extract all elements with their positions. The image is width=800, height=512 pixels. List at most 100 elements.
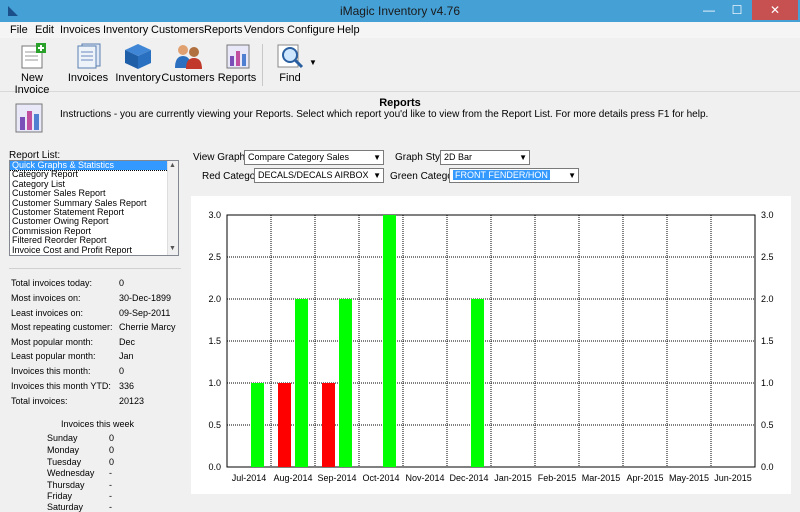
stat-label: Least popular month: xyxy=(11,351,96,361)
x-tick-label: Apr-2015 xyxy=(626,473,663,483)
invoices-label: Invoices xyxy=(67,72,109,84)
week-day: Sunday xyxy=(47,433,78,443)
chart-bar xyxy=(383,215,396,467)
view-graph-label: View Graph: xyxy=(193,152,248,163)
week-day: Thursday xyxy=(47,480,85,490)
inventory-label: Inventory xyxy=(115,72,161,84)
stat-label: Most repeating customer: xyxy=(11,322,113,332)
week-day: Monday xyxy=(47,445,80,455)
menu-vendors[interactable]: Vendors xyxy=(244,24,284,36)
chart-bar xyxy=(471,299,484,467)
graph-style-select[interactable]: 2D Bar ▼ xyxy=(440,150,530,165)
stat-value: 0 xyxy=(119,366,125,376)
window-title: iMagic Inventory v4.76 xyxy=(339,4,461,18)
statistics-panel: Total invoices today: 0 Most invoices on… xyxy=(9,268,181,512)
customers-icon xyxy=(175,45,202,69)
week-value: - xyxy=(109,491,112,501)
y-tick-label: 0.5 xyxy=(761,420,774,430)
week-title: Invoices this week xyxy=(61,419,135,429)
scroll-down-icon[interactable]: ▼ xyxy=(169,245,176,252)
y-tick-label: 2.0 xyxy=(208,294,221,304)
customers-button[interactable]: Customers xyxy=(160,42,216,90)
invoices-icon xyxy=(77,43,101,69)
y-tick-label: 2.5 xyxy=(208,252,221,262)
week-day: Wednesday xyxy=(47,468,95,478)
menu-bar: File Edit Invoices Inventory Customers R… xyxy=(0,22,800,38)
x-tick-label: Oct-2014 xyxy=(362,473,399,483)
stat-value: Cherrie Marcy xyxy=(119,322,176,332)
sales-chart: 0.0 0.0 0.5 0.5 1.0 1.0 1.5 1.5 2.0 2.0 2.5 2.5 3.0 3… xyxy=(191,196,791,494)
inventory-button[interactable]: Inventory xyxy=(110,42,166,90)
stat-label: Total invoices today: xyxy=(11,278,93,288)
report-list[interactable]: Quick Graphs & Statistics Category Repor… xyxy=(9,160,179,256)
week-value: - xyxy=(109,480,112,490)
report-header: Reports Instructions - you are currently… xyxy=(0,92,800,148)
menu-customers[interactable]: Customers xyxy=(151,24,204,36)
chart-bar xyxy=(339,299,352,467)
stat-label: Least invoices on: xyxy=(11,308,84,318)
menu-configure[interactable]: Configure xyxy=(287,24,335,36)
menu-edit[interactable]: Edit xyxy=(35,24,54,36)
x-tick-label: May-2015 xyxy=(669,473,709,483)
stat-value: 30-Dec-1899 xyxy=(119,293,172,303)
menu-reports[interactable]: Reports xyxy=(204,24,243,36)
view-graph-value: Compare Category Sales xyxy=(248,152,350,162)
reports-button[interactable]: Reports xyxy=(209,42,265,90)
stat-value: 09-Sep-2011 xyxy=(119,308,171,318)
close-button[interactable]: ✕ xyxy=(752,0,798,20)
menu-help[interactable]: Help xyxy=(337,24,360,36)
x-tick-label: Dec-2014 xyxy=(449,473,488,483)
week-day: Tuesday xyxy=(47,457,82,467)
stat-label: Invoices this month: xyxy=(11,366,91,376)
chart-bar xyxy=(295,299,308,467)
y-tick-label: 2.0 xyxy=(761,294,774,304)
week-value: 0 xyxy=(109,445,115,455)
chevron-down-icon: ▼ xyxy=(373,171,381,180)
stat-value: Dec xyxy=(119,337,136,347)
reports-chart-icon xyxy=(226,44,250,69)
stat-label: Total invoices: xyxy=(11,396,68,406)
menu-file[interactable]: File xyxy=(10,24,28,36)
week-value: 0 xyxy=(109,433,115,443)
red-category-select[interactable]: DECALS/DECALS AIRBOX ▼ xyxy=(254,168,384,183)
chart-bar xyxy=(278,383,291,467)
list-item[interactable]: Invoice Cost and Profit Report xyxy=(10,245,168,255)
week-day: Friday xyxy=(47,491,73,501)
stat-value: Jan xyxy=(119,351,134,361)
page-title: Reports xyxy=(379,97,421,109)
toolbar: New Invoice Invoices Inventory Customers… xyxy=(0,38,800,96)
green-category-value: FRONT FENDER/HON xyxy=(453,170,550,180)
y-tick-label: 0.0 xyxy=(761,462,774,472)
chevron-down-icon: ▼ xyxy=(519,153,527,162)
new-invoice-icon xyxy=(21,43,46,69)
menu-inventory[interactable]: Inventory xyxy=(103,24,148,36)
customers-label: Customers xyxy=(161,72,215,84)
stat-value: 20123 xyxy=(119,396,145,406)
find-dropdown-arrow[interactable]: ▼ xyxy=(309,58,317,67)
invoices-button[interactable]: Invoices xyxy=(60,42,116,90)
y-tick-label: 1.0 xyxy=(761,378,774,388)
stat-value: 336 xyxy=(119,381,135,391)
maximize-button[interactable]: ☐ xyxy=(724,0,750,20)
find-label: Find xyxy=(279,72,301,84)
stat-label: Most invoices on: xyxy=(11,293,81,303)
chevron-down-icon: ▼ xyxy=(373,153,381,162)
green-category-select[interactable]: FRONT FENDER/HON ▼ xyxy=(449,168,579,183)
list-scrollbar[interactable]: ▲ ▼ xyxy=(167,161,178,255)
y-tick-label: 3.0 xyxy=(761,210,774,220)
bar-chart: 0.0 0.0 0.5 0.5 1.0 1.0 1.5 1.5 2.0 2.0 2.5 2.5 3.0 3… xyxy=(208,210,774,483)
find-magnifier-icon xyxy=(277,44,304,69)
chevron-down-icon: ▼ xyxy=(568,171,576,180)
week-value: - xyxy=(109,468,112,478)
red-category-value: DECALS/DECALS AIRBOX xyxy=(258,170,369,180)
y-tick-label: 2.5 xyxy=(761,252,774,262)
reports-label: Reports xyxy=(217,72,257,84)
y-tick-label: 3.0 xyxy=(208,210,221,220)
x-tick-label: Nov-2014 xyxy=(405,473,444,483)
inventory-box-icon xyxy=(125,44,151,69)
scroll-up-icon[interactable]: ▲ xyxy=(169,162,176,169)
minimize-button[interactable]: — xyxy=(696,0,722,20)
view-graph-select[interactable]: Compare Category Sales ▼ xyxy=(244,150,384,165)
new-invoice-button[interactable]: New Invoice xyxy=(4,42,60,96)
menu-invoices[interactable]: Invoices xyxy=(60,24,100,36)
